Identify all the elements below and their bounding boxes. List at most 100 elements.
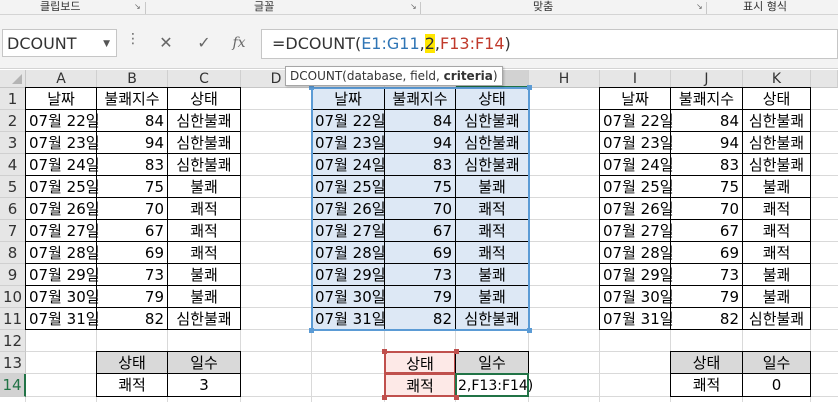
table-right-date-cell[interactable]: 07월 26일 bbox=[599, 197, 674, 220]
table-right-index-cell[interactable]: 94 bbox=[670, 131, 743, 154]
table-left-status-cell[interactable]: 불쾌 bbox=[167, 285, 241, 308]
table-mid-date-cell[interactable]: 07월 24일 bbox=[311, 153, 386, 176]
table-mid-index-cell[interactable]: 67 bbox=[384, 219, 456, 242]
table-right-index-cell[interactable]: 67 bbox=[670, 219, 743, 242]
table-mid-status-cell[interactable]: 불쾌 bbox=[455, 263, 529, 286]
table-mid-date-cell[interactable]: 07월 28일 bbox=[311, 241, 386, 264]
table-mid-date-cell[interactable]: 07월 26일 bbox=[311, 197, 386, 220]
table-right-status-cell[interactable]: 심한불쾌 bbox=[742, 131, 811, 154]
table-right-status-cell[interactable]: 쾌적 bbox=[742, 197, 811, 220]
table-right-date-cell[interactable]: 07월 23일 bbox=[599, 131, 674, 154]
table-left-status-cell[interactable]: 불쾌 bbox=[167, 263, 241, 286]
criteria-mid-header-status[interactable]: 상태 bbox=[384, 351, 456, 374]
table-mid-index-cell[interactable]: 83 bbox=[384, 153, 456, 176]
range-resize-handle[interactable] bbox=[382, 395, 387, 400]
table-left-date-cell[interactable]: 07월 25일 bbox=[25, 175, 100, 198]
table-mid-date-cell[interactable]: 07월 30일 bbox=[311, 285, 386, 308]
table-mid-header-cell[interactable]: 불쾌지수 bbox=[384, 87, 456, 110]
range-resize-handle[interactable] bbox=[454, 395, 459, 400]
table-left-index-cell[interactable]: 84 bbox=[96, 109, 168, 132]
table-right-index-cell[interactable]: 84 bbox=[670, 109, 743, 132]
table-left-date-cell[interactable]: 07월 27일 bbox=[25, 219, 100, 242]
table-left-index-cell[interactable]: 70 bbox=[96, 197, 168, 220]
criteria-right-header-status[interactable]: 상태 bbox=[670, 351, 743, 374]
table-left-status-cell[interactable]: 쾌적 bbox=[167, 197, 241, 220]
chevron-down-icon[interactable]: ▼ bbox=[103, 39, 110, 49]
table-mid-date-cell[interactable]: 07월 29일 bbox=[311, 263, 386, 286]
table-right-status-cell[interactable]: 심한불쾌 bbox=[742, 153, 811, 176]
row-header-11[interactable]: 11 bbox=[0, 308, 26, 330]
row-header-13[interactable]: 13 bbox=[0, 352, 26, 374]
range-resize-handle[interactable] bbox=[527, 85, 532, 90]
table-right-index-cell[interactable]: 83 bbox=[670, 153, 743, 176]
table-right-status-cell[interactable]: 쾌적 bbox=[742, 219, 811, 242]
table-mid-date-cell[interactable]: 07월 27일 bbox=[311, 219, 386, 242]
table-right-date-cell[interactable]: 07월 25일 bbox=[599, 175, 674, 198]
table-right-status-cell[interactable]: 불쾌 bbox=[742, 285, 811, 308]
table-mid-index-cell[interactable]: 70 bbox=[384, 197, 456, 220]
table-right-header-cell[interactable]: 날짜 bbox=[599, 87, 671, 110]
table-left-status-cell[interactable]: 불쾌 bbox=[167, 175, 241, 198]
criteria-right-count-value[interactable]: 0 bbox=[742, 373, 811, 397]
table-left-date-cell[interactable]: 07월 23일 bbox=[25, 131, 100, 154]
row-header-5[interactable]: 5 bbox=[0, 176, 26, 198]
range-resize-handle[interactable] bbox=[382, 349, 387, 354]
table-mid-date-cell[interactable]: 07월 23일 bbox=[311, 131, 386, 154]
font-launcher-icon[interactable]: ↘ bbox=[410, 3, 418, 11]
column-header-k[interactable]: K bbox=[743, 70, 811, 88]
table-mid-status-cell[interactable]: 심한불쾌 bbox=[455, 109, 529, 132]
table-mid-index-cell[interactable]: 82 bbox=[384, 307, 456, 330]
table-right-date-cell[interactable]: 07월 24일 bbox=[599, 153, 674, 176]
enter-button[interactable]: ✓ bbox=[191, 29, 217, 57]
table-left-date-cell[interactable]: 07월 31일 bbox=[25, 307, 100, 330]
row-header-6[interactable]: 6 bbox=[0, 198, 26, 220]
table-left-date-cell[interactable]: 07월 30일 bbox=[25, 285, 100, 308]
table-mid-date-cell[interactable]: 07월 31일 bbox=[311, 307, 386, 330]
column-header-a[interactable]: A bbox=[26, 70, 97, 88]
table-left-index-cell[interactable]: 94 bbox=[96, 131, 168, 154]
table-mid-index-cell[interactable]: 73 bbox=[384, 263, 456, 286]
criteria-left-count-value[interactable]: 3 bbox=[167, 373, 241, 397]
table-right-index-cell[interactable]: 70 bbox=[670, 197, 743, 220]
table-right-date-cell[interactable]: 07월 28일 bbox=[599, 241, 674, 264]
table-right-date-cell[interactable]: 07월 29일 bbox=[599, 263, 674, 286]
table-mid-index-cell[interactable]: 84 bbox=[384, 109, 456, 132]
table-mid-index-cell[interactable]: 79 bbox=[384, 285, 456, 308]
row-header-2[interactable]: 2 bbox=[0, 110, 26, 132]
table-right-index-cell[interactable]: 82 bbox=[670, 307, 743, 330]
criteria-right-header-days[interactable]: 일수 bbox=[742, 351, 811, 374]
table-left-header-cell[interactable]: 불쾌지수 bbox=[96, 87, 168, 110]
table-left-date-cell[interactable]: 07월 24일 bbox=[25, 153, 100, 176]
active-cell-editing[interactable]: 2,F13:F14) bbox=[455, 373, 533, 397]
row-header-10[interactable]: 10 bbox=[0, 286, 26, 308]
select-all-corner[interactable] bbox=[0, 70, 26, 88]
cancel-button[interactable]: ✕ bbox=[153, 29, 179, 57]
table-mid-date-cell[interactable]: 07월 22일 bbox=[311, 109, 386, 132]
table-right-header-cell[interactable]: 불쾌지수 bbox=[670, 87, 743, 110]
column-header-b[interactable]: B bbox=[97, 70, 168, 88]
range-resize-handle[interactable] bbox=[309, 328, 314, 333]
table-mid-status-cell[interactable]: 심한불쾌 bbox=[455, 131, 529, 154]
table-right-date-cell[interactable]: 07월 30일 bbox=[599, 285, 674, 308]
table-left-date-cell[interactable]: 07월 29일 bbox=[25, 263, 100, 286]
table-left-index-cell[interactable]: 75 bbox=[96, 175, 168, 198]
row-header-9[interactable]: 9 bbox=[0, 264, 26, 286]
table-mid-index-cell[interactable]: 75 bbox=[384, 175, 456, 198]
criteria-right-status-value[interactable]: 쾌적 bbox=[670, 373, 743, 397]
table-left-status-cell[interactable]: 쾌적 bbox=[167, 241, 241, 264]
table-left-status-cell[interactable]: 심한불쾌 bbox=[167, 307, 241, 330]
table-left-index-cell[interactable]: 79 bbox=[96, 285, 168, 308]
table-left-status-cell[interactable]: 심한불쾌 bbox=[167, 131, 241, 154]
table-right-status-cell[interactable]: 심한불쾌 bbox=[742, 307, 811, 330]
table-mid-status-cell[interactable]: 불쾌 bbox=[455, 175, 529, 198]
table-mid-date-cell[interactable]: 07월 25일 bbox=[311, 175, 386, 198]
table-right-index-cell[interactable]: 69 bbox=[670, 241, 743, 264]
table-left-date-cell[interactable]: 07월 22일 bbox=[25, 109, 100, 132]
row-header-7[interactable]: 7 bbox=[0, 220, 26, 242]
table-mid-status-cell[interactable]: 심한불쾌 bbox=[455, 153, 529, 176]
table-mid-header-cell[interactable]: 상태 bbox=[455, 87, 529, 110]
row-header-8[interactable]: 8 bbox=[0, 242, 26, 264]
table-mid-status-cell[interactable]: 쾌적 bbox=[455, 197, 529, 220]
column-header-c[interactable]: C bbox=[168, 70, 241, 88]
table-mid-index-cell[interactable]: 69 bbox=[384, 241, 456, 264]
